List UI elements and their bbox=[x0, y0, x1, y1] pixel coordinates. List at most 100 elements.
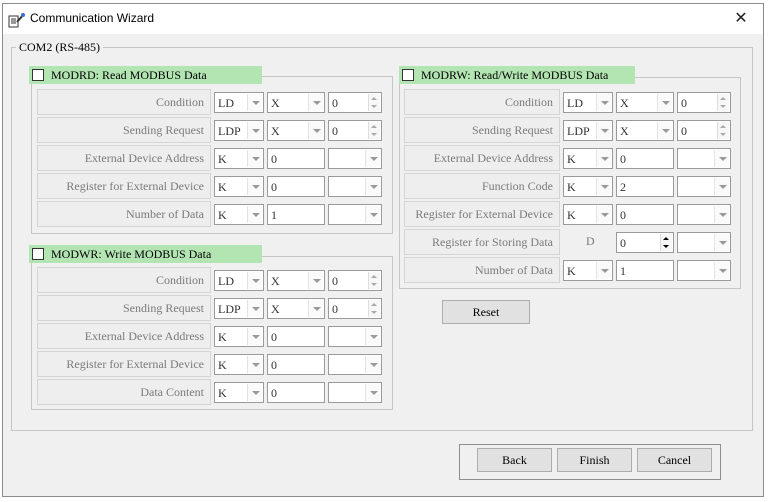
chevron-down-icon bbox=[247, 178, 262, 195]
cancel-button[interactable]: Cancel bbox=[637, 448, 712, 472]
chevron-down-icon bbox=[247, 206, 262, 223]
modwr-condition-device-select[interactable]: X bbox=[267, 270, 325, 291]
modrw-sending-request-label: Sending Request bbox=[404, 117, 560, 143]
chevron-down-icon bbox=[596, 122, 611, 139]
modrw-function-code-extra-select[interactable] bbox=[677, 176, 731, 197]
modrw-register-external-type-select[interactable]: K bbox=[563, 204, 613, 225]
modrd-sending-number-spinner[interactable]: 0 bbox=[328, 120, 382, 141]
modrw-header[interactable]: MODRW: Read/Write MODBUS Data bbox=[399, 66, 635, 84]
modwr-condition-label: Condition bbox=[37, 267, 211, 293]
spinner-arrows-icon[interactable] bbox=[717, 122, 729, 139]
chevron-down-icon bbox=[308, 122, 323, 139]
spinner-arrows-icon[interactable] bbox=[368, 272, 380, 289]
chevron-down-icon bbox=[247, 150, 262, 167]
modrw-checkbox[interactable] bbox=[402, 69, 414, 81]
modwr-sending-device-select[interactable]: X bbox=[267, 298, 325, 319]
chevron-down-icon bbox=[308, 94, 323, 111]
modrw-external-address-type-select[interactable]: K bbox=[563, 148, 613, 169]
modwr-sending-type-select[interactable]: LDP bbox=[214, 298, 264, 319]
modrw-number-extra-select[interactable] bbox=[677, 260, 731, 281]
modrw-external-address-extra-select[interactable] bbox=[677, 148, 731, 169]
modwr-external-address-type-select[interactable]: K bbox=[214, 326, 264, 347]
modwr-external-address-extra-select[interactable] bbox=[328, 326, 382, 347]
modrw-register-external-input[interactable]: 0 bbox=[616, 204, 674, 225]
modrw-condition-number-spinner[interactable]: 0 bbox=[677, 92, 731, 113]
chevron-down-icon bbox=[714, 178, 729, 195]
modrd-sending-type-select[interactable]: LDP bbox=[214, 120, 264, 141]
spinner-arrows-icon[interactable] bbox=[368, 94, 380, 111]
chevron-down-icon bbox=[596, 206, 611, 223]
chevron-down-icon bbox=[247, 94, 262, 111]
modrw-panel: Condition LD X 0 Sending Request LDP X 0… bbox=[404, 89, 736, 285]
modrw-external-address-input[interactable]: 0 bbox=[616, 148, 674, 169]
chevron-down-icon bbox=[596, 262, 611, 279]
close-button[interactable]: ✕ bbox=[719, 4, 763, 34]
modrw-external-address-label: External Device Address bbox=[404, 145, 560, 171]
modwr-checkbox[interactable] bbox=[32, 248, 44, 260]
chevron-down-icon bbox=[247, 122, 262, 139]
modwr-header[interactable]: MODWR: Write MODBUS Data bbox=[29, 245, 262, 263]
modrw-function-code-label: Function Code bbox=[404, 173, 560, 199]
modwr-condition-type-select[interactable]: LD bbox=[214, 270, 264, 291]
modrw-function-code-type-select[interactable]: K bbox=[563, 176, 613, 197]
modrw-sending-type-select[interactable]: LDP bbox=[563, 120, 613, 141]
modrw-condition-type-select[interactable]: LD bbox=[563, 92, 613, 113]
reset-button[interactable]: Reset bbox=[442, 300, 530, 324]
modwr-data-content-type-select[interactable]: K bbox=[214, 382, 264, 403]
modrd-external-address-extra-select[interactable] bbox=[328, 148, 382, 169]
title-bar: Communication Wizard ✕ bbox=[3, 4, 763, 34]
spinner-arrows-icon[interactable] bbox=[660, 234, 672, 251]
modrd-number-type-select[interactable]: K bbox=[214, 204, 264, 225]
modrd-register-external-type-select[interactable]: K bbox=[214, 176, 264, 197]
modrd-external-address-type-select[interactable]: K bbox=[214, 148, 264, 169]
chevron-down-icon bbox=[247, 384, 262, 401]
modrw-sending-device-select[interactable]: X bbox=[616, 120, 674, 141]
chevron-down-icon bbox=[365, 206, 380, 223]
modwr-register-external-extra-select[interactable] bbox=[328, 354, 382, 375]
modrw-register-storing-extra-select[interactable] bbox=[677, 232, 731, 253]
finish-button[interactable]: Finish bbox=[557, 448, 632, 472]
chevron-down-icon bbox=[657, 122, 672, 139]
chevron-down-icon bbox=[365, 356, 380, 373]
modrd-header[interactable]: MODRD: Read MODBUS Data bbox=[29, 66, 262, 84]
chevron-down-icon bbox=[308, 272, 323, 289]
modrw-sending-number-spinner[interactable]: 0 bbox=[677, 120, 731, 141]
modrd-register-external-label: Register for External Device bbox=[37, 173, 211, 199]
spinner-arrows-icon[interactable] bbox=[717, 94, 729, 111]
modrw-number-type-select[interactable]: K bbox=[563, 260, 613, 281]
modwr-external-address-label: External Device Address bbox=[37, 323, 211, 349]
modwr-data-content-input[interactable]: 0 bbox=[267, 382, 325, 403]
modwr-condition-number-spinner[interactable]: 0 bbox=[328, 270, 382, 291]
modwr-register-external-label: Register for External Device bbox=[37, 351, 211, 377]
modrd-condition-type-select[interactable]: LD bbox=[214, 92, 264, 113]
modrd-checkbox[interactable] bbox=[32, 69, 44, 81]
chevron-down-icon bbox=[247, 328, 262, 345]
modwr-register-external-type-select[interactable]: K bbox=[214, 354, 264, 375]
modrd-number-extra-select[interactable] bbox=[328, 204, 382, 225]
modrd-external-address-input[interactable]: 0 bbox=[267, 148, 325, 169]
modwr-sending-number-spinner[interactable]: 0 bbox=[328, 298, 382, 319]
spinner-arrows-icon[interactable] bbox=[368, 122, 380, 139]
modrd-condition-device-select[interactable]: X bbox=[267, 92, 325, 113]
modrd-panel: Condition LD X 0 Sending Request LDP X 0… bbox=[37, 89, 387, 229]
modrd-sending-device-select[interactable]: X bbox=[267, 120, 325, 141]
spinner-arrows-icon[interactable] bbox=[368, 300, 380, 317]
modrw-register-external-extra-select[interactable] bbox=[677, 204, 731, 225]
modrw-function-code-input[interactable]: 2 bbox=[616, 176, 674, 197]
modrd-register-external-input[interactable]: 0 bbox=[267, 176, 325, 197]
modrw-register-storing-number-spinner[interactable]: 0 bbox=[616, 232, 674, 253]
modrd-number-input[interactable]: 1 bbox=[267, 204, 325, 225]
back-button[interactable]: Back bbox=[477, 448, 552, 472]
modrw-number-of-data-label: Number of Data bbox=[404, 257, 560, 283]
modwr-external-address-input[interactable]: 0 bbox=[267, 326, 325, 347]
modrd-register-external-extra-select[interactable] bbox=[328, 176, 382, 197]
modrw-condition-label: Condition bbox=[404, 89, 560, 115]
chevron-down-icon bbox=[247, 272, 262, 289]
modrw-number-input[interactable]: 1 bbox=[616, 260, 674, 281]
modrd-condition-number-spinner[interactable]: 0 bbox=[328, 92, 382, 113]
modrd-external-address-label: External Device Address bbox=[37, 145, 211, 171]
modrw-register-external-label: Register for External Device bbox=[404, 201, 560, 227]
modwr-register-external-input[interactable]: 0 bbox=[267, 354, 325, 375]
modwr-data-content-extra-select[interactable] bbox=[328, 382, 382, 403]
modrw-condition-device-select[interactable]: X bbox=[616, 92, 674, 113]
